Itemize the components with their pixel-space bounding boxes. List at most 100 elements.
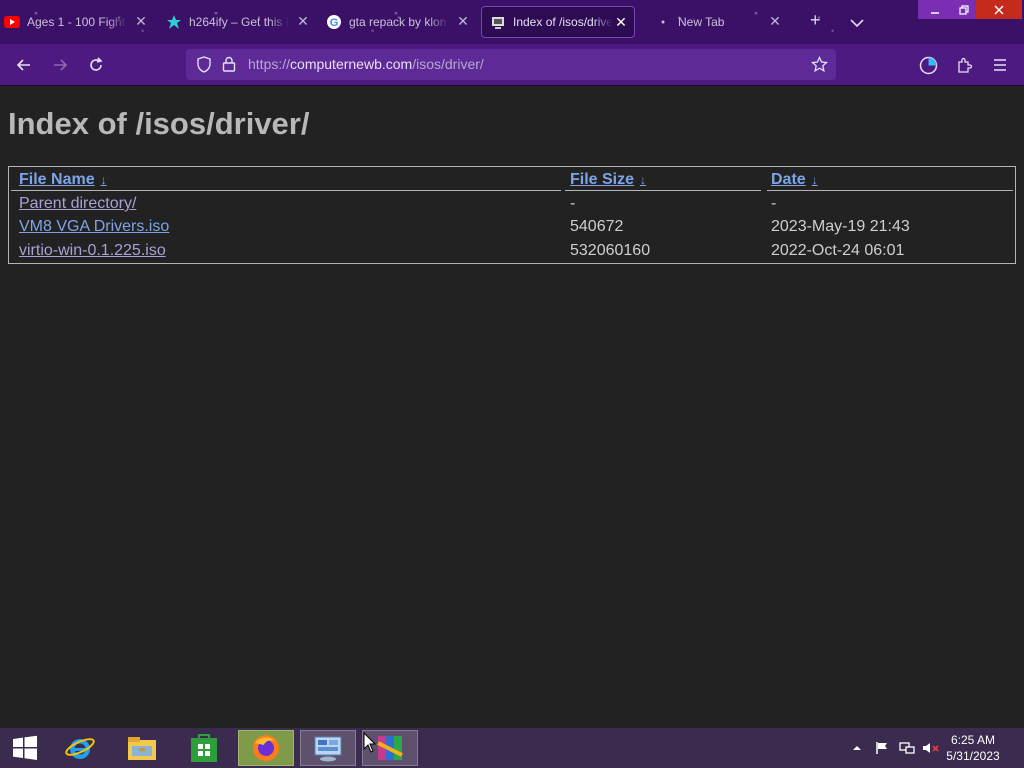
minimize-icon bbox=[931, 11, 939, 14]
file-link[interactable]: VM8 VGA Drivers.iso bbox=[19, 215, 169, 238]
site-favicon bbox=[490, 14, 506, 30]
internet-explorer-icon bbox=[65, 738, 95, 759]
tab-close-icon[interactable]: ✕ bbox=[296, 14, 310, 28]
tab-close-icon[interactable]: ✕ bbox=[456, 14, 470, 28]
sort-by-date-link[interactable]: Date bbox=[771, 171, 806, 188]
bookmark-star-icon[interactable] bbox=[810, 55, 829, 78]
sort-by-file-size-link[interactable]: File Size bbox=[570, 171, 634, 188]
newtab-dot-icon bbox=[655, 14, 671, 30]
page-title: Index of /isos/driver/ bbox=[8, 106, 310, 141]
pie-account-icon bbox=[919, 56, 937, 74]
forward-arrow-icon bbox=[54, 59, 68, 71]
control-panel-icon bbox=[314, 736, 342, 762]
address-bar[interactable]: https://computernewb.com/isos/driver/ bbox=[186, 49, 836, 80]
firefox-view-button[interactable] bbox=[917, 54, 939, 76]
reload-button[interactable] bbox=[85, 54, 107, 76]
close-window-button[interactable] bbox=[976, 0, 1022, 19]
clock-time: 6:25 AM bbox=[950, 733, 996, 747]
sort-by-file-name-link[interactable]: File Name bbox=[19, 171, 95, 188]
puzzle-piece-icon bbox=[957, 57, 972, 73]
tab-close-icon[interactable]: ✕ bbox=[134, 14, 148, 28]
navigation-toolbar: https://computernewb.com/isos/driver/ bbox=[0, 44, 1024, 85]
header-separator bbox=[767, 190, 1013, 191]
header-separator bbox=[565, 190, 761, 191]
url-scheme: https:// bbox=[248, 56, 291, 72]
header-separator bbox=[11, 190, 561, 191]
tab-close-icon[interactable]: ✕ bbox=[768, 14, 782, 28]
network-button[interactable] bbox=[897, 728, 917, 768]
clock-date: 5/31/2023 bbox=[946, 749, 1000, 763]
restore-icon bbox=[959, 4, 969, 15]
tab-h264ify[interactable]: h264ify – Get this Extension ✕ bbox=[166, 6, 316, 38]
taskbar-firefox[interactable] bbox=[238, 730, 294, 766]
tab-youtube[interactable]: Ages 1 - 100 Fight ✕ bbox=[4, 6, 154, 38]
winrar-icon bbox=[377, 736, 403, 760]
file-date: 2022-Oct-24 06:01 bbox=[771, 242, 905, 259]
file-link[interactable]: virtio-win-0.1.225.iso bbox=[19, 239, 166, 262]
file-date: - bbox=[771, 195, 777, 212]
parent-directory-link[interactable]: Parent directory/ bbox=[19, 192, 136, 215]
table-row: virtio-win-0.1.225.iso 532060160 2022-Oc… bbox=[9, 239, 1015, 262]
sort-arrow-icon[interactable]: ↓ bbox=[812, 173, 818, 187]
file-size: 540672 bbox=[570, 218, 624, 235]
mouse-cursor-icon bbox=[363, 731, 377, 759]
tab-title: New Tab bbox=[678, 15, 725, 29]
app-menu-button[interactable] bbox=[989, 54, 1011, 76]
taskbar-clock[interactable]: 6:25 AM 5/31/2023 bbox=[938, 732, 1008, 764]
header-file-size[interactable]: File Size ↓ bbox=[570, 168, 646, 192]
taskbar-control-panel[interactable] bbox=[300, 730, 356, 766]
google-icon: G bbox=[326, 14, 342, 30]
tab-index-of-isos-driver[interactable]: Index of /isos/driver/ ✕ bbox=[481, 6, 635, 38]
h264ify-icon bbox=[166, 14, 182, 30]
back-button[interactable] bbox=[13, 54, 35, 76]
taskbar-internet-explorer[interactable] bbox=[52, 730, 108, 766]
hamburger-menu-icon bbox=[994, 59, 1006, 71]
show-hidden-icons-button[interactable] bbox=[848, 728, 866, 768]
network-icon bbox=[899, 742, 915, 754]
directory-listing-table: File Name ↓ File Size ↓ Date ↓ Parent direc… bbox=[8, 166, 1016, 264]
taskbar-file-explorer[interactable] bbox=[114, 730, 170, 766]
table-header-row: File Name ↓ File Size ↓ Date ↓ bbox=[9, 168, 1015, 191]
taskbar-store[interactable] bbox=[176, 730, 232, 766]
tab-new-tab[interactable]: New Tab ✕ bbox=[655, 6, 788, 38]
file-size: 532060160 bbox=[570, 242, 651, 259]
new-tab-plus-icon[interactable]: + bbox=[810, 10, 821, 30]
chevron-up-icon bbox=[853, 746, 861, 750]
close-icon bbox=[994, 4, 1004, 15]
tab-close-icon[interactable]: ✕ bbox=[614, 15, 628, 29]
action-center-flag-button[interactable] bbox=[872, 728, 892, 768]
extensions-button[interactable] bbox=[953, 54, 975, 76]
file-date: 2023-May-19 21:43 bbox=[771, 218, 910, 235]
back-arrow-icon bbox=[16, 59, 30, 71]
url-text: https://computernewb.com/isos/driver/ bbox=[248, 56, 484, 72]
tab-strip: Ages 1 - 100 Fight ✕ h264ify – Get this … bbox=[0, 0, 1024, 44]
minimize-button[interactable] bbox=[918, 0, 952, 19]
tracking-protection-shield-icon[interactable] bbox=[196, 56, 212, 78]
reload-icon bbox=[90, 57, 103, 71]
url-path: /isos/driver/ bbox=[412, 56, 484, 72]
youtube-icon bbox=[4, 14, 20, 30]
firefox-icon bbox=[253, 735, 279, 761]
table-row: VM8 VGA Drivers.iso 540672 2023-May-19 2… bbox=[9, 215, 1015, 238]
list-all-tabs-chevron-icon[interactable] bbox=[850, 12, 864, 32]
tab-title: Index of /isos/driver/ bbox=[513, 15, 613, 29]
header-date[interactable]: Date ↓ bbox=[771, 168, 818, 192]
url-host: computernewb.com bbox=[290, 56, 413, 72]
sort-arrow-icon[interactable]: ↓ bbox=[101, 173, 107, 187]
taskbar: 6:25 AM 5/31/2023 bbox=[0, 728, 1024, 768]
padlock-icon[interactable] bbox=[222, 56, 236, 77]
tab-title: h264ify – Get this Extension bbox=[189, 15, 289, 29]
table-row: Parent directory/ - - bbox=[9, 192, 1015, 215]
toolbar-divider bbox=[0, 85, 1024, 86]
file-explorer-icon bbox=[128, 737, 156, 760]
start-button[interactable] bbox=[0, 730, 50, 766]
forward-button[interactable] bbox=[49, 54, 71, 76]
tab-title: gta repack by klon bbox=[349, 15, 447, 29]
tab-title: Ages 1 - 100 Fight bbox=[27, 15, 126, 29]
sort-arrow-icon[interactable]: ↓ bbox=[640, 173, 646, 187]
header-file-name[interactable]: File Name ↓ bbox=[19, 168, 107, 192]
svg-text:G: G bbox=[330, 17, 339, 29]
file-size: - bbox=[570, 195, 576, 212]
restore-button[interactable] bbox=[952, 0, 976, 19]
tab-google[interactable]: G gta repack by klon ✕ bbox=[326, 6, 476, 38]
